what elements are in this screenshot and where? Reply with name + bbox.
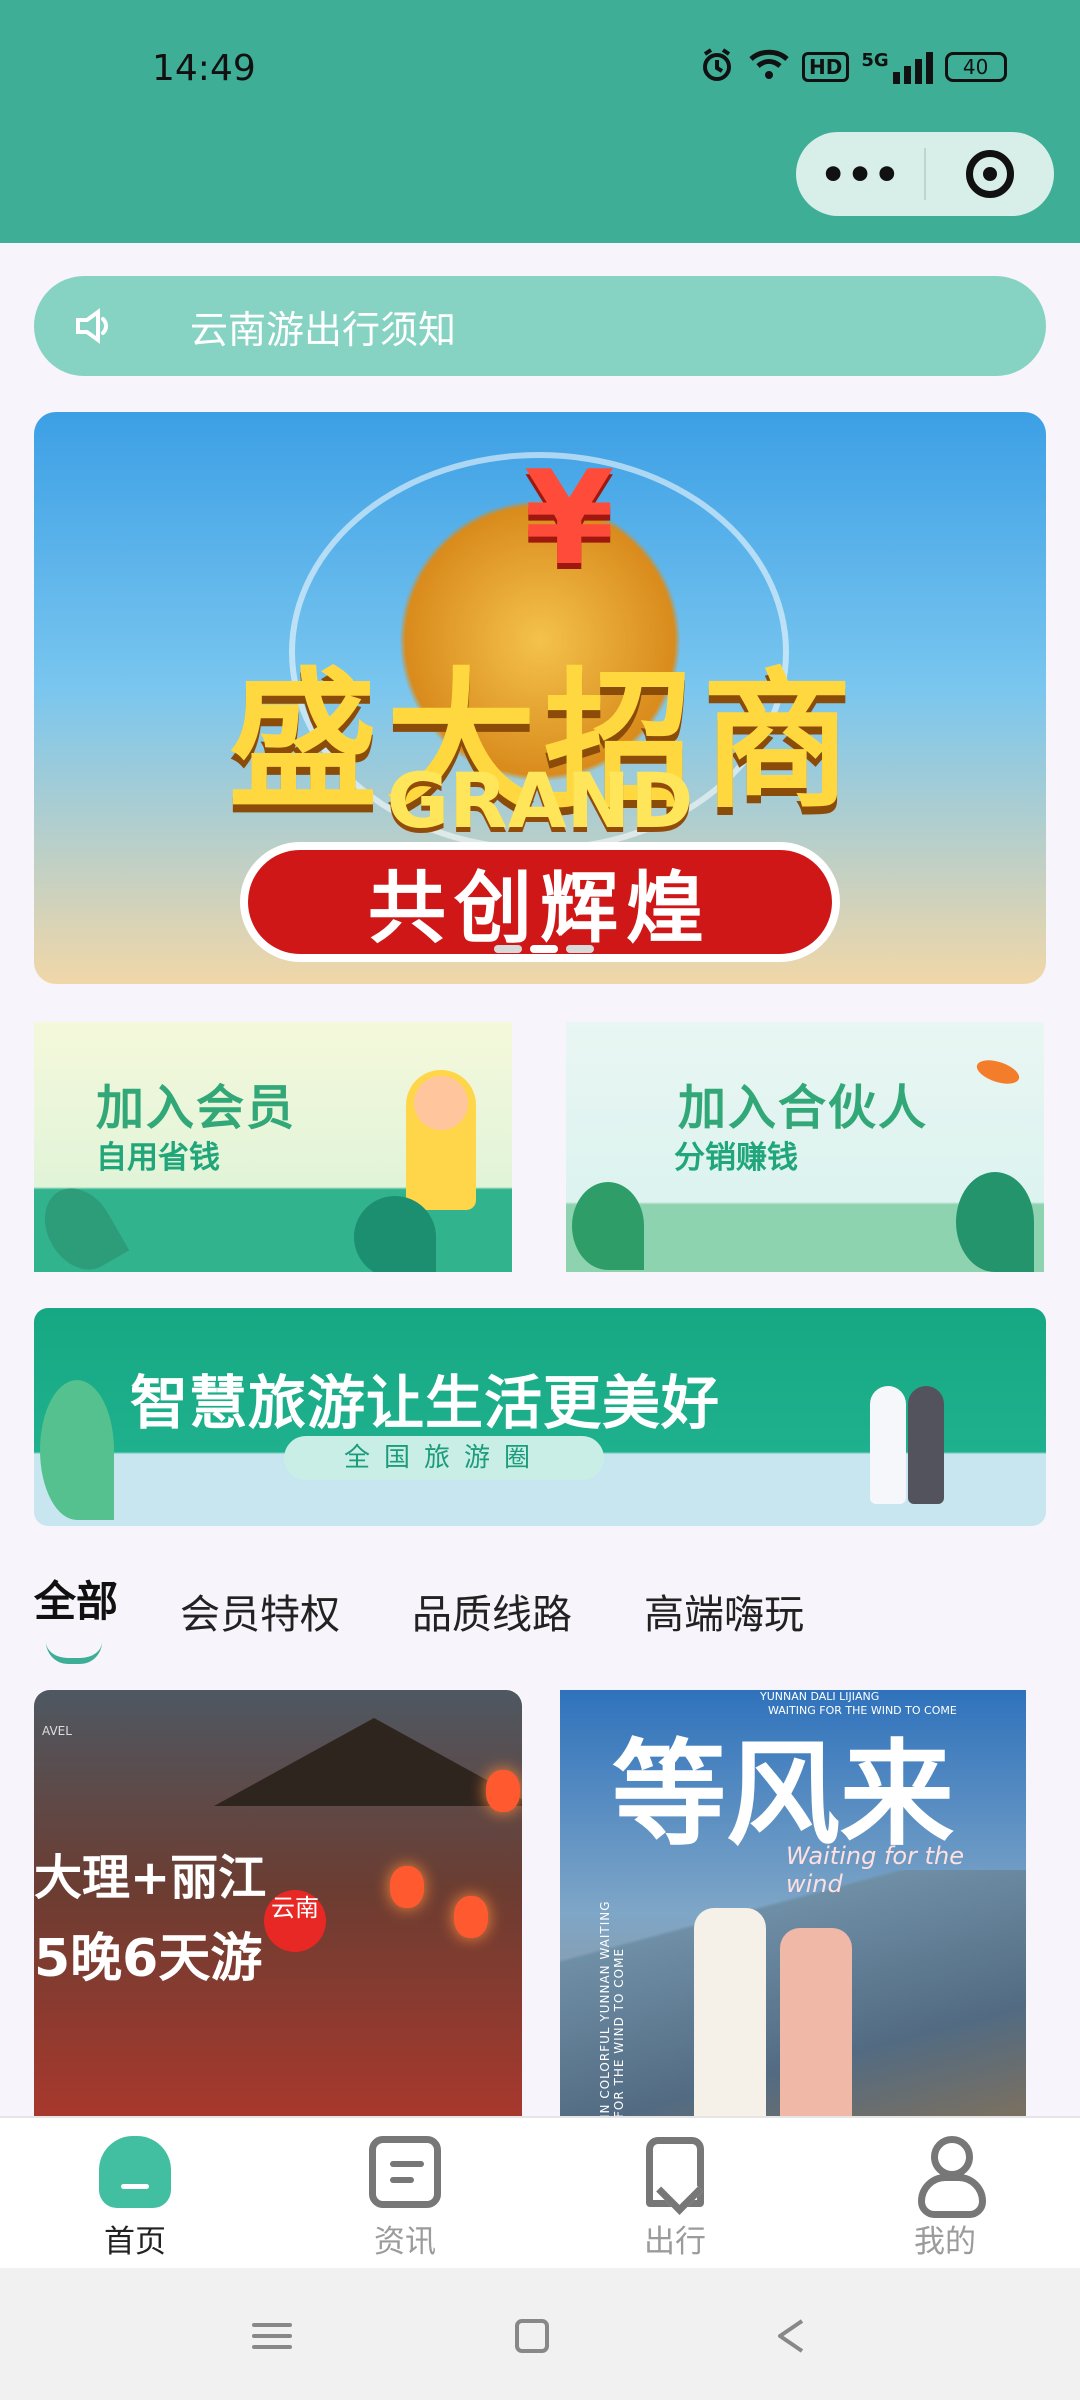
card-small-label: AVEL — [42, 1724, 72, 1738]
lantern-icon — [454, 1896, 488, 1938]
person-icon — [694, 1908, 766, 2118]
notice-bar[interactable]: 云南游出行须知 — [34, 276, 1046, 376]
news-icon — [369, 2136, 441, 2208]
battery-icon: 40 — [944, 52, 1007, 82]
nav-travel[interactable]: 出行 — [600, 2136, 750, 2261]
tab-member-privileges[interactable]: 会员特权 — [180, 1582, 340, 1640]
notice-text: 云南游出行须知 — [190, 307, 457, 352]
banner-slogan: 共创辉煌 — [367, 864, 712, 954]
nav-home-label: 首页 — [104, 2224, 166, 2260]
tab-premium-fun[interactable]: 高端嗨玩 — [644, 1582, 804, 1640]
leaf-icon — [354, 1196, 436, 1272]
nav-profile-label: 我的 — [914, 2224, 976, 2260]
couple-illustration-icon — [854, 1344, 964, 1504]
leaf-icon — [956, 1172, 1034, 1272]
wifi-icon — [748, 48, 790, 86]
mini-program-capsule: ••• — [796, 132, 1054, 216]
target-icon[interactable] — [926, 150, 1054, 198]
nav-profile[interactable]: 我的 — [870, 2136, 1020, 2261]
waiting-for-wind-card[interactable]: YUNNAN DALI LIJIANG WAITING FOR THE WIND… — [560, 1690, 1026, 2118]
lantern-icon — [486, 1770, 520, 1812]
home-square-icon[interactable] — [504, 2308, 560, 2364]
bookmark-icon — [639, 2136, 711, 2208]
signal-icon: 5G — [861, 50, 933, 84]
join-partner-subtitle: 分销赚钱 — [674, 1140, 798, 1176]
menu-icon[interactable] — [244, 2308, 300, 2364]
investment-banner[interactable]: ¥ 盛大招商 GRAND INVESTMENT 共创辉煌 — [34, 412, 1046, 984]
status-bar: 14:49 HD 5G 40 ••• — [0, 0, 1080, 243]
roof-shape — [214, 1718, 522, 1806]
more-icon[interactable]: ••• — [796, 150, 924, 199]
bird-icon — [973, 1055, 1023, 1089]
system-navigation-bar — [0, 2268, 1080, 2400]
tab-active-indicator — [46, 1642, 102, 1664]
tab-quality-routes[interactable]: 品质线路 — [412, 1582, 572, 1640]
card-script-text: Waiting for the wind — [786, 1842, 964, 1898]
category-tabs: 全部 会员特权 品质线路 高端嗨玩 — [34, 1558, 1046, 1668]
user-icon — [909, 2136, 986, 2218]
yunnan-seal: 云南 — [264, 1890, 326, 1952]
pagination-dot — [494, 945, 522, 953]
alarm-icon — [698, 46, 736, 88]
status-icons: HD 5G 40 — [698, 46, 1007, 88]
nav-travel-label: 出行 — [644, 2224, 706, 2260]
card-vertical-text: IN COLORFUL YUNNAN WAITING FOR THE WIND … — [598, 1900, 626, 2118]
banner-slogan-plate: 共创辉煌 — [240, 842, 840, 962]
join-member-subtitle: 自用省钱 — [96, 1140, 220, 1176]
leaf-icon — [40, 1380, 114, 1520]
dali-lijiang-card[interactable]: AVEL 大理+丽江 5晚6天游 云南 — [34, 1690, 522, 2118]
nav-news-label: 资讯 — [374, 2224, 436, 2260]
smart-travel-title: 智慧旅游让生活更美好 — [130, 1369, 721, 1437]
join-partner-title: 加入合伙人 — [678, 1080, 929, 1136]
hd-icon: HD — [802, 52, 850, 82]
banner-pagination — [494, 945, 594, 953]
join-partner-card[interactable]: 加入合伙人 分销赚钱 — [566, 1022, 1044, 1272]
nav-home[interactable]: 首页 — [60, 2136, 210, 2261]
back-icon[interactable] — [764, 2308, 820, 2364]
nav-news[interactable]: 资讯 — [330, 2136, 480, 2261]
leaf-icon — [572, 1182, 644, 1270]
join-member-title: 加入会员 — [96, 1080, 297, 1136]
status-time: 14:49 — [152, 48, 256, 89]
pagination-dot — [566, 945, 594, 953]
speaker-icon — [34, 304, 154, 348]
bottom-navigation: 首页 资讯 出行 我的 — [0, 2116, 1080, 2268]
smart-travel-banner[interactable]: 智慧旅游让生活更美好 全国旅游圈 — [34, 1308, 1046, 1526]
network-label: 5G — [861, 50, 889, 71]
yuan-icon: ¥ — [524, 442, 615, 594]
home-icon — [99, 2136, 171, 2208]
person-icon — [780, 1928, 852, 2118]
smart-travel-chip: 全国旅游圈 — [284, 1436, 604, 1480]
pagination-dot-active — [530, 945, 558, 953]
tab-all[interactable]: 全部 — [34, 1568, 118, 1629]
card-route-title: 大理+丽江 — [34, 1850, 267, 1906]
card-route-duration: 5晚6天游 — [34, 1929, 263, 1989]
child-illustration-icon — [406, 1070, 476, 1210]
join-member-card[interactable]: 加入会员 自用省钱 — [34, 1022, 512, 1272]
lantern-icon — [390, 1866, 424, 1908]
leaf-icon — [34, 1175, 130, 1272]
